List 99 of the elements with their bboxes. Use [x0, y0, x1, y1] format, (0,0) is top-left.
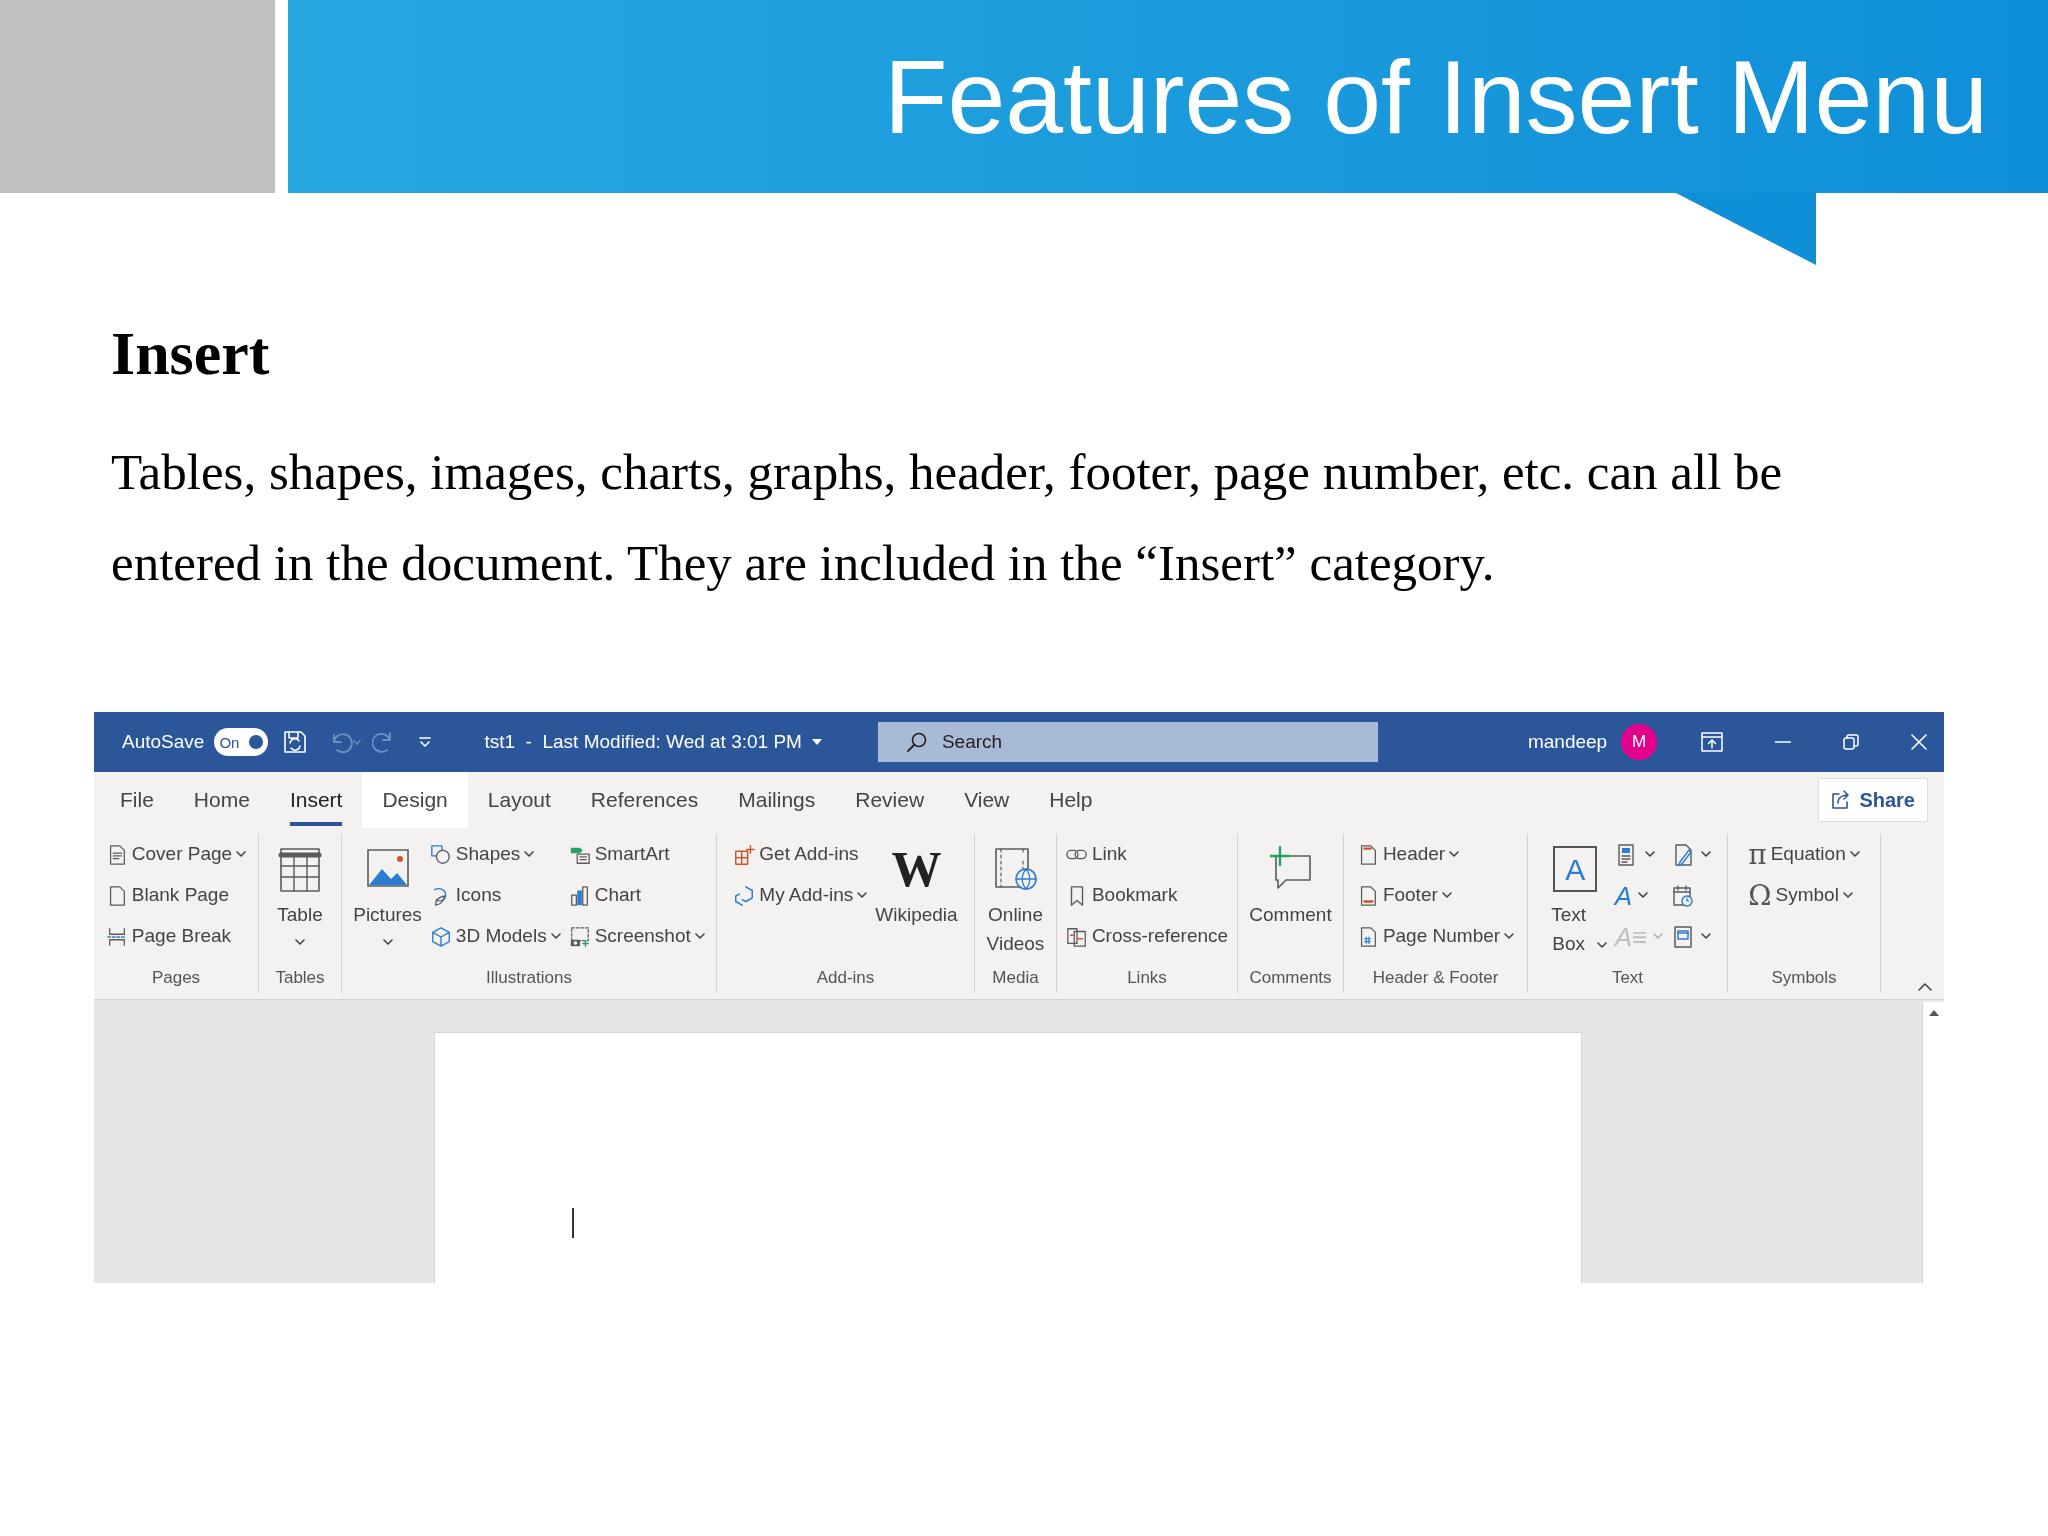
chevron-down-icon — [1644, 851, 1655, 858]
ribbon-tab[interactable]: References — [570, 772, 719, 828]
group-label: Header & Footer — [1371, 967, 1500, 989]
ribbon-button[interactable]: SmartArt — [568, 836, 705, 873]
group-label: Links — [1126, 967, 1168, 989]
customize-toolbar-icon — [418, 735, 433, 749]
chevron-down-icon — [550, 933, 561, 940]
search-field[interactable]: Search — [877, 722, 1378, 762]
ribbon-button[interactable]: Page Break — [105, 918, 247, 955]
calendar-clock-icon — [1671, 882, 1696, 909]
chevron-down-icon — [1701, 851, 1712, 858]
ribbon-button[interactable]: Get Add-ins — [733, 836, 868, 873]
bar-chart-icon — [568, 883, 591, 908]
chevron-down-icon — [295, 938, 305, 946]
user-name: mandeep — [1527, 729, 1608, 754]
caret-icon — [811, 739, 822, 745]
ribbon-button[interactable]: My Add-ins — [733, 877, 868, 914]
chevron-down-icon — [1449, 851, 1460, 858]
slide-heading: Insert — [111, 322, 270, 384]
restore-icon — [1843, 734, 1860, 750]
share-button[interactable]: Share — [1818, 778, 1928, 822]
ribbon-tab[interactable]: Home — [173, 772, 270, 828]
scroll-up-icon — [1928, 1010, 1939, 1016]
ribbon-button[interactable]: Shapes — [429, 836, 561, 873]
chevron-down-icon — [1638, 892, 1649, 899]
document-title: tst1 - Last Modified: Wed at 3:01 PM — [484, 729, 802, 754]
search-icon — [905, 731, 928, 753]
add-grid-icon — [733, 842, 756, 867]
chevron-down-icon — [382, 938, 393, 946]
chevron-down-icon — [1842, 892, 1853, 899]
chevron-down-icon — [236, 851, 247, 858]
ribbon-display-icon — [1701, 732, 1724, 752]
group-label: Illustrations — [485, 967, 573, 989]
ribbon-button[interactable]: Footer — [1356, 877, 1515, 914]
ribbon-button[interactable]: Cross-reference — [1065, 918, 1229, 955]
ribbon-tab[interactable]: Insert — [269, 772, 363, 828]
chevron-down-icon — [1849, 851, 1860, 858]
ribbon-large-button[interactable]: Pictures — [353, 834, 422, 965]
autosave-toggle[interactable]: On — [214, 728, 269, 756]
ribbon-button[interactable]: Cover Page — [105, 836, 247, 873]
share-icon — [1831, 790, 1852, 810]
symbol-glyph: π — [1748, 840, 1767, 869]
ribbon-button[interactable]: Link — [1065, 836, 1229, 873]
comment-icon — [1268, 846, 1313, 892]
ribbon-button[interactable]: Blank Page — [105, 877, 247, 914]
chevron-down-icon — [1653, 933, 1664, 940]
symbol-glyph: Ω — [1748, 881, 1772, 910]
slide-title: Features of Insert Menu — [883, 44, 1988, 149]
ribbon-button[interactable]: Screenshot — [568, 918, 705, 955]
wordart-glyph: A — [1614, 882, 1633, 909]
chevron-down-icon — [1596, 941, 1607, 949]
ribbon-tab[interactable]: Layout — [467, 772, 571, 828]
ribbon-tab[interactable]: Design — [362, 772, 468, 828]
ribbon-tab[interactable]: Help — [1029, 772, 1113, 828]
hexagon-icon — [733, 883, 756, 908]
group-label: Tables — [274, 967, 326, 989]
wikipedia-logo: W — [891, 844, 942, 894]
slide-paragraph: Tables, shapes, images, charts, graphs, header, footer, page number, etc. can all be entered in the document. They are included in the “Insert” category. — [111, 443, 1784, 593]
ribbon-large-button[interactable]: Table — [277, 834, 323, 965]
save-icon — [282, 729, 309, 755]
minimize-icon — [1775, 741, 1792, 743]
group-label: Pages — [150, 967, 202, 989]
collapse-ribbon-icon — [1918, 982, 1932, 991]
ribbon-button[interactable]: 3D Models — [429, 918, 561, 955]
ribbon-button[interactable]: Page Number — [1356, 918, 1515, 955]
ribbon-tab[interactable]: File — [100, 772, 174, 828]
chevron-down-icon — [524, 851, 535, 858]
group-label: Media — [991, 967, 1040, 989]
text-cursor — [572, 1208, 574, 1238]
chevron-down-icon — [1441, 892, 1452, 899]
screenshot-icon — [568, 924, 591, 949]
ribbon-large-button[interactable]: Online Videos — [982, 834, 1049, 965]
close-icon — [1911, 734, 1928, 750]
chevron-down-icon — [1701, 933, 1712, 940]
cube-icon — [429, 924, 452, 949]
shapes-icon — [429, 842, 452, 867]
chevron-down-icon — [857, 892, 868, 899]
text-box-icon: A — [1553, 846, 1598, 892]
group-label: Text — [1610, 967, 1645, 989]
icon-button[interactable]: A — [1614, 877, 1664, 914]
ribbon-tab[interactable]: Review — [835, 772, 945, 828]
ribbon-large-button[interactable]: Comment — [1249, 834, 1332, 965]
ribbon-button[interactable]: Icons — [429, 877, 561, 914]
autosave-label: AutoSave — [122, 729, 205, 754]
group-label: Comments — [1248, 967, 1333, 989]
group-label: Add-ins — [815, 967, 876, 989]
ribbon-large-button[interactable]: A Text Box — [1543, 834, 1607, 965]
ribbon-button[interactable]: Header — [1356, 836, 1515, 873]
chevron-down-icon — [1504, 933, 1515, 940]
ribbon-tab[interactable]: Mailings — [718, 772, 836, 828]
ribbon-button[interactable]: Chart — [568, 877, 705, 914]
group-label: Symbols — [1770, 967, 1838, 989]
video-globe-icon — [993, 846, 1038, 892]
table-icon — [278, 846, 322, 892]
chevron-down-icon — [694, 933, 705, 940]
ribbon-tab[interactable]: View — [944, 772, 1030, 828]
ribbon-large-button[interactable]: W Wikipedia — [875, 834, 958, 965]
ribbon-button[interactable]: Bookmark — [1065, 877, 1229, 914]
avatar[interactable]: M — [1621, 724, 1658, 760]
